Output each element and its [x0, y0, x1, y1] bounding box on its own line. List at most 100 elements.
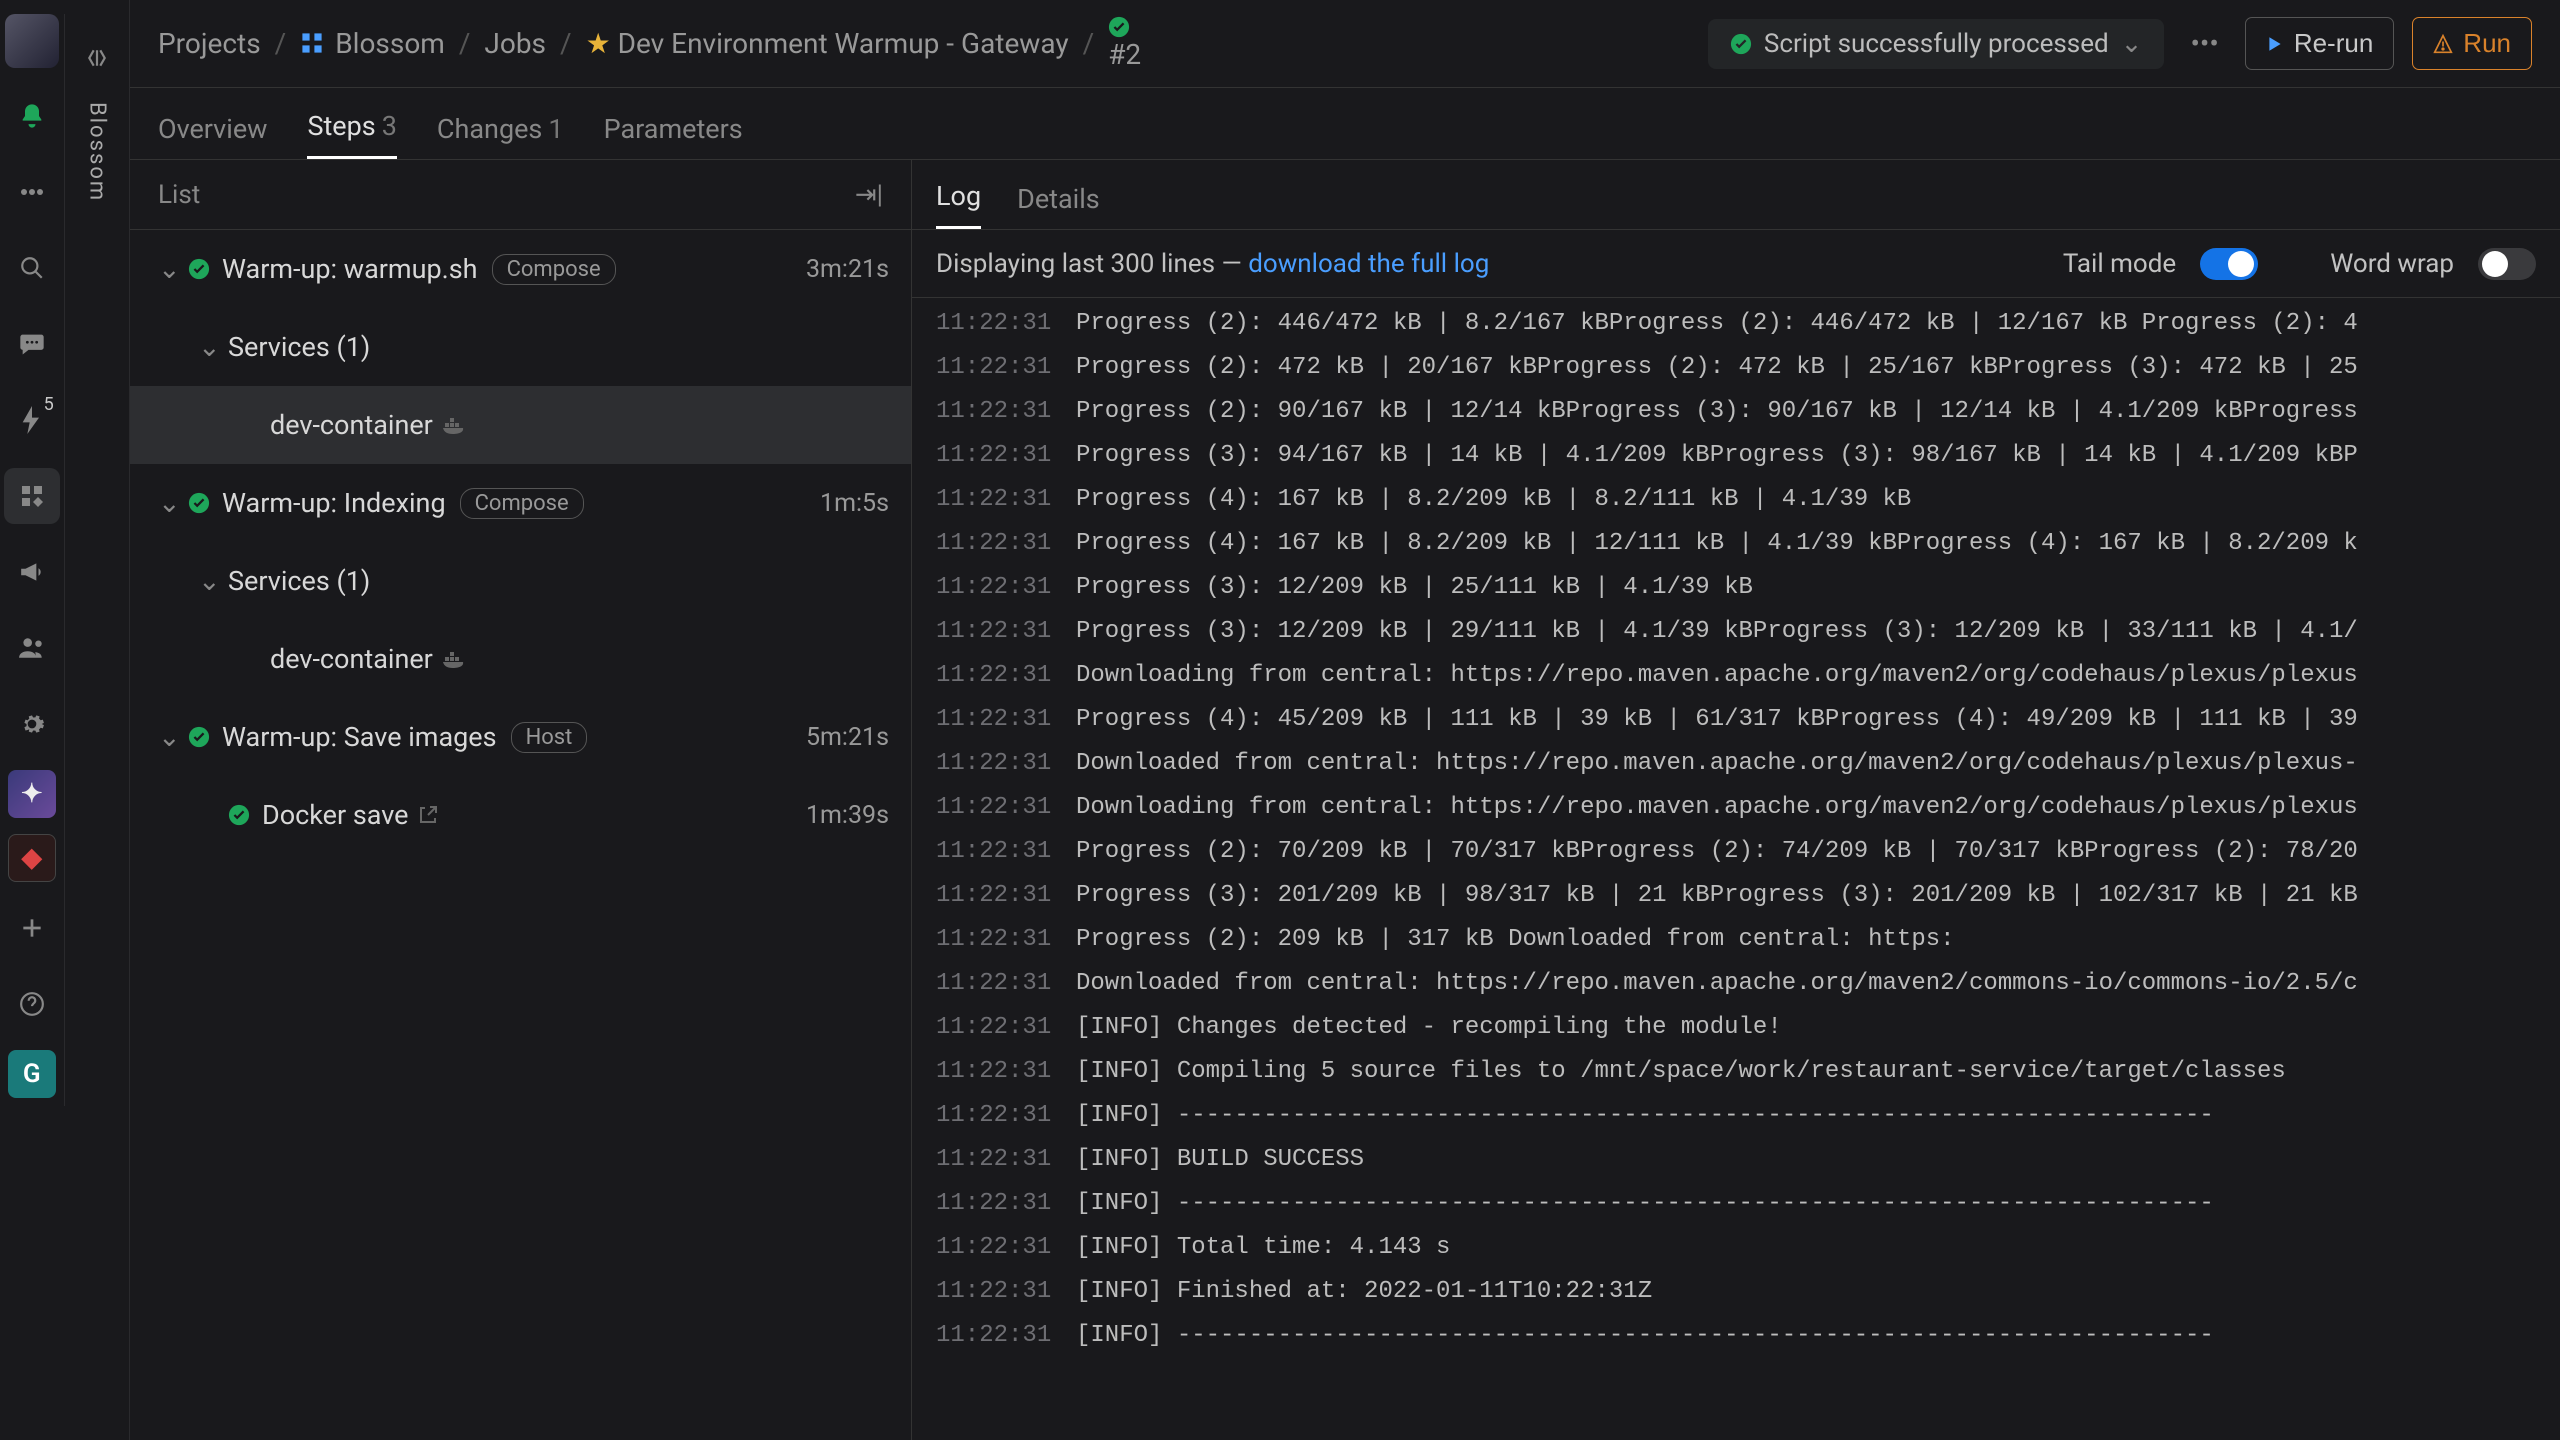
steps-header: List [158, 180, 200, 210]
step-row[interactable]: dev-container [130, 386, 911, 464]
tab-steps[interactable]: Steps3 [307, 110, 396, 159]
apps-icon[interactable] [4, 468, 60, 524]
avatar[interactable] [5, 14, 59, 68]
status-pill[interactable]: Script successfully processed ⌄ [1708, 19, 2165, 69]
logtab-log[interactable]: Log [936, 180, 981, 229]
tail-label: Tail mode [2063, 249, 2176, 279]
log-line: 11:22:31Progress (4): 167 kB | 8.2/209 k… [936, 478, 2560, 522]
step-row[interactable]: ⌄Services (1) [130, 308, 911, 386]
step-row[interactable]: Docker save1m:39s [130, 776, 911, 854]
wrap-toggle[interactable] [2478, 248, 2536, 280]
step-label: dev-container [270, 643, 433, 675]
logtab-details[interactable]: Details [1017, 183, 1100, 229]
steps-panel: List ⇥| ⌄ Warm-up: warmup.sh Compose 3m:21s… [130, 160, 912, 1440]
more-icon[interactable] [4, 164, 60, 220]
add-icon[interactable] [4, 900, 60, 956]
step-chip: Compose [492, 254, 616, 285]
expand-icon[interactable]: ⇥| [855, 180, 883, 210]
search-icon[interactable] [4, 240, 60, 296]
log-line: 11:22:31Progress (4): 45/209 kB | 111 kB… [936, 698, 2560, 742]
log-line: 11:22:31Progress (2): 90/167 kB | 12/14 … [936, 390, 2560, 434]
log-line: 11:22:31Downloading from central: https:… [936, 786, 2560, 830]
star-icon: ★ [586, 27, 611, 60]
rerun-button[interactable]: Re-run [2245, 17, 2394, 70]
log-line: 11:22:31Progress (3): 94/167 kB | 14 kB … [936, 434, 2560, 478]
settings-icon[interactable] [4, 696, 60, 752]
subtabs: Overview Steps3 Changes1 Parameters [130, 88, 2560, 160]
step-label: Warm-up: Save images [222, 721, 497, 753]
log-line: 11:22:31Progress (2): 70/209 kB | 70/317… [936, 830, 2560, 874]
log-line: 11:22:31[INFO] Finished at: 2022-01-11T1… [936, 1270, 2560, 1314]
workspace-b-icon[interactable]: ✦ [8, 770, 56, 818]
success-icon [188, 492, 210, 514]
step-label: Warm-up: warmup.sh [222, 253, 478, 285]
step-row[interactable]: dev-container [130, 620, 911, 698]
log-line: 11:22:31[INFO] Compiling 5 source files … [936, 1050, 2560, 1094]
step-row[interactable]: ⌄ Warm-up: warmup.sh Compose 3m:21s [130, 230, 911, 308]
collapse-icon[interactable] [69, 30, 125, 86]
actions-icon[interactable] [4, 392, 60, 448]
log-line: 11:22:31Downloaded from central: https:/… [936, 962, 2560, 1006]
step-label: Warm-up: Indexing [222, 487, 446, 519]
step-row[interactable]: ⌄Services (1) [130, 542, 911, 620]
notifications-icon[interactable] [4, 88, 60, 144]
step-label: Services (1) [228, 331, 370, 363]
log-line: 11:22:31[INFO] -------------------------… [936, 1094, 2560, 1138]
crumb-workspace[interactable]: Blossom [300, 27, 445, 60]
caret-down-icon: ⌄ [198, 565, 220, 597]
tab-overview[interactable]: Overview [158, 113, 267, 159]
megaphone-icon[interactable] [4, 544, 60, 600]
caret-down-icon: ⌄ [158, 253, 180, 285]
topbar: Projects / Blossom / Jobs / ★ Dev Enviro… [130, 0, 2560, 88]
external-icon [418, 805, 438, 825]
success-icon [188, 258, 210, 280]
log-displaying: Displaying last 300 lines — download the… [936, 249, 1489, 279]
caret-down-icon: ⌄ [158, 721, 180, 753]
breadcrumb: Projects / Blossom / Jobs / ★ Dev Enviro… [158, 16, 1141, 71]
step-label: Services (1) [228, 565, 370, 597]
chat-icon[interactable] [4, 316, 60, 372]
log-line: 11:22:31[INFO] BUILD SUCCESS [936, 1138, 2560, 1182]
log-panel: Log Details Displaying last 300 lines — … [912, 160, 2560, 1440]
log-line: 11:22:31Progress (3): 12/209 kB | 25/111… [936, 566, 2560, 610]
more-actions-icon[interactable]: ••• [2182, 27, 2226, 60]
tail-toggle[interactable] [2200, 248, 2258, 280]
step-row[interactable]: ⌄Warm-up: Save imagesHost5m:21s [130, 698, 911, 776]
log-line: 11:22:31Progress (2): 446/472 kB | 8.2/1… [936, 302, 2560, 346]
log-line: 11:22:31Downloading from central: https:… [936, 654, 2560, 698]
crumb-projects[interactable]: Projects [158, 27, 261, 60]
run-button[interactable]: Run [2412, 17, 2532, 70]
docker-icon [443, 649, 467, 669]
step-row[interactable]: ⌄Warm-up: IndexingCompose1m:5s [130, 464, 911, 542]
log-line: 11:22:31[INFO] Changes detected - recomp… [936, 1006, 2560, 1050]
success-icon [188, 726, 210, 748]
team-icon[interactable] [4, 620, 60, 676]
log-line: 11:22:31[INFO] -------------------------… [936, 1182, 2560, 1226]
caret-down-icon: ⌄ [158, 487, 180, 519]
left-rail: ✦ ◆ G Blossom [0, 0, 130, 1440]
crumb-jobs[interactable]: Jobs [484, 27, 546, 60]
step-duration: 5m:21s [806, 723, 889, 752]
workspace-r-icon[interactable]: ◆ [8, 834, 56, 882]
bottom-logo[interactable]: G [8, 1050, 56, 1098]
log-line: 11:22:31Progress (4): 167 kB | 8.2/209 k… [936, 522, 2560, 566]
wrap-label: Word wrap [2330, 249, 2454, 279]
crumb-job[interactable]: ★ Dev Environment Warmup - Gateway [586, 27, 1069, 60]
tab-parameters[interactable]: Parameters [604, 113, 743, 159]
chevron-down-icon: ⌄ [2121, 29, 2143, 59]
caret-down-icon: ⌄ [198, 331, 220, 363]
step-chip: Compose [460, 488, 584, 519]
step-label: Docker save [262, 799, 408, 831]
log-line: 11:22:31Progress (3): 12/209 kB | 29/111… [936, 610, 2560, 654]
log-line: 11:22:31[INFO] Total time: 4.143 s [936, 1226, 2560, 1270]
step-label: dev-container [270, 409, 433, 441]
log-line: 11:22:31Progress (3): 201/209 kB | 98/31… [936, 874, 2560, 918]
workspace-name: Blossom [84, 102, 109, 202]
tab-changes[interactable]: Changes1 [437, 113, 564, 159]
log-line: 11:22:31Downloaded from central: https:/… [936, 742, 2560, 786]
step-duration: 3m:21s [806, 255, 889, 284]
help-icon[interactable] [4, 976, 60, 1032]
success-icon [228, 804, 250, 826]
crumb-run: #2 [1108, 16, 1141, 71]
download-log-link[interactable]: download the full log [1248, 249, 1489, 279]
